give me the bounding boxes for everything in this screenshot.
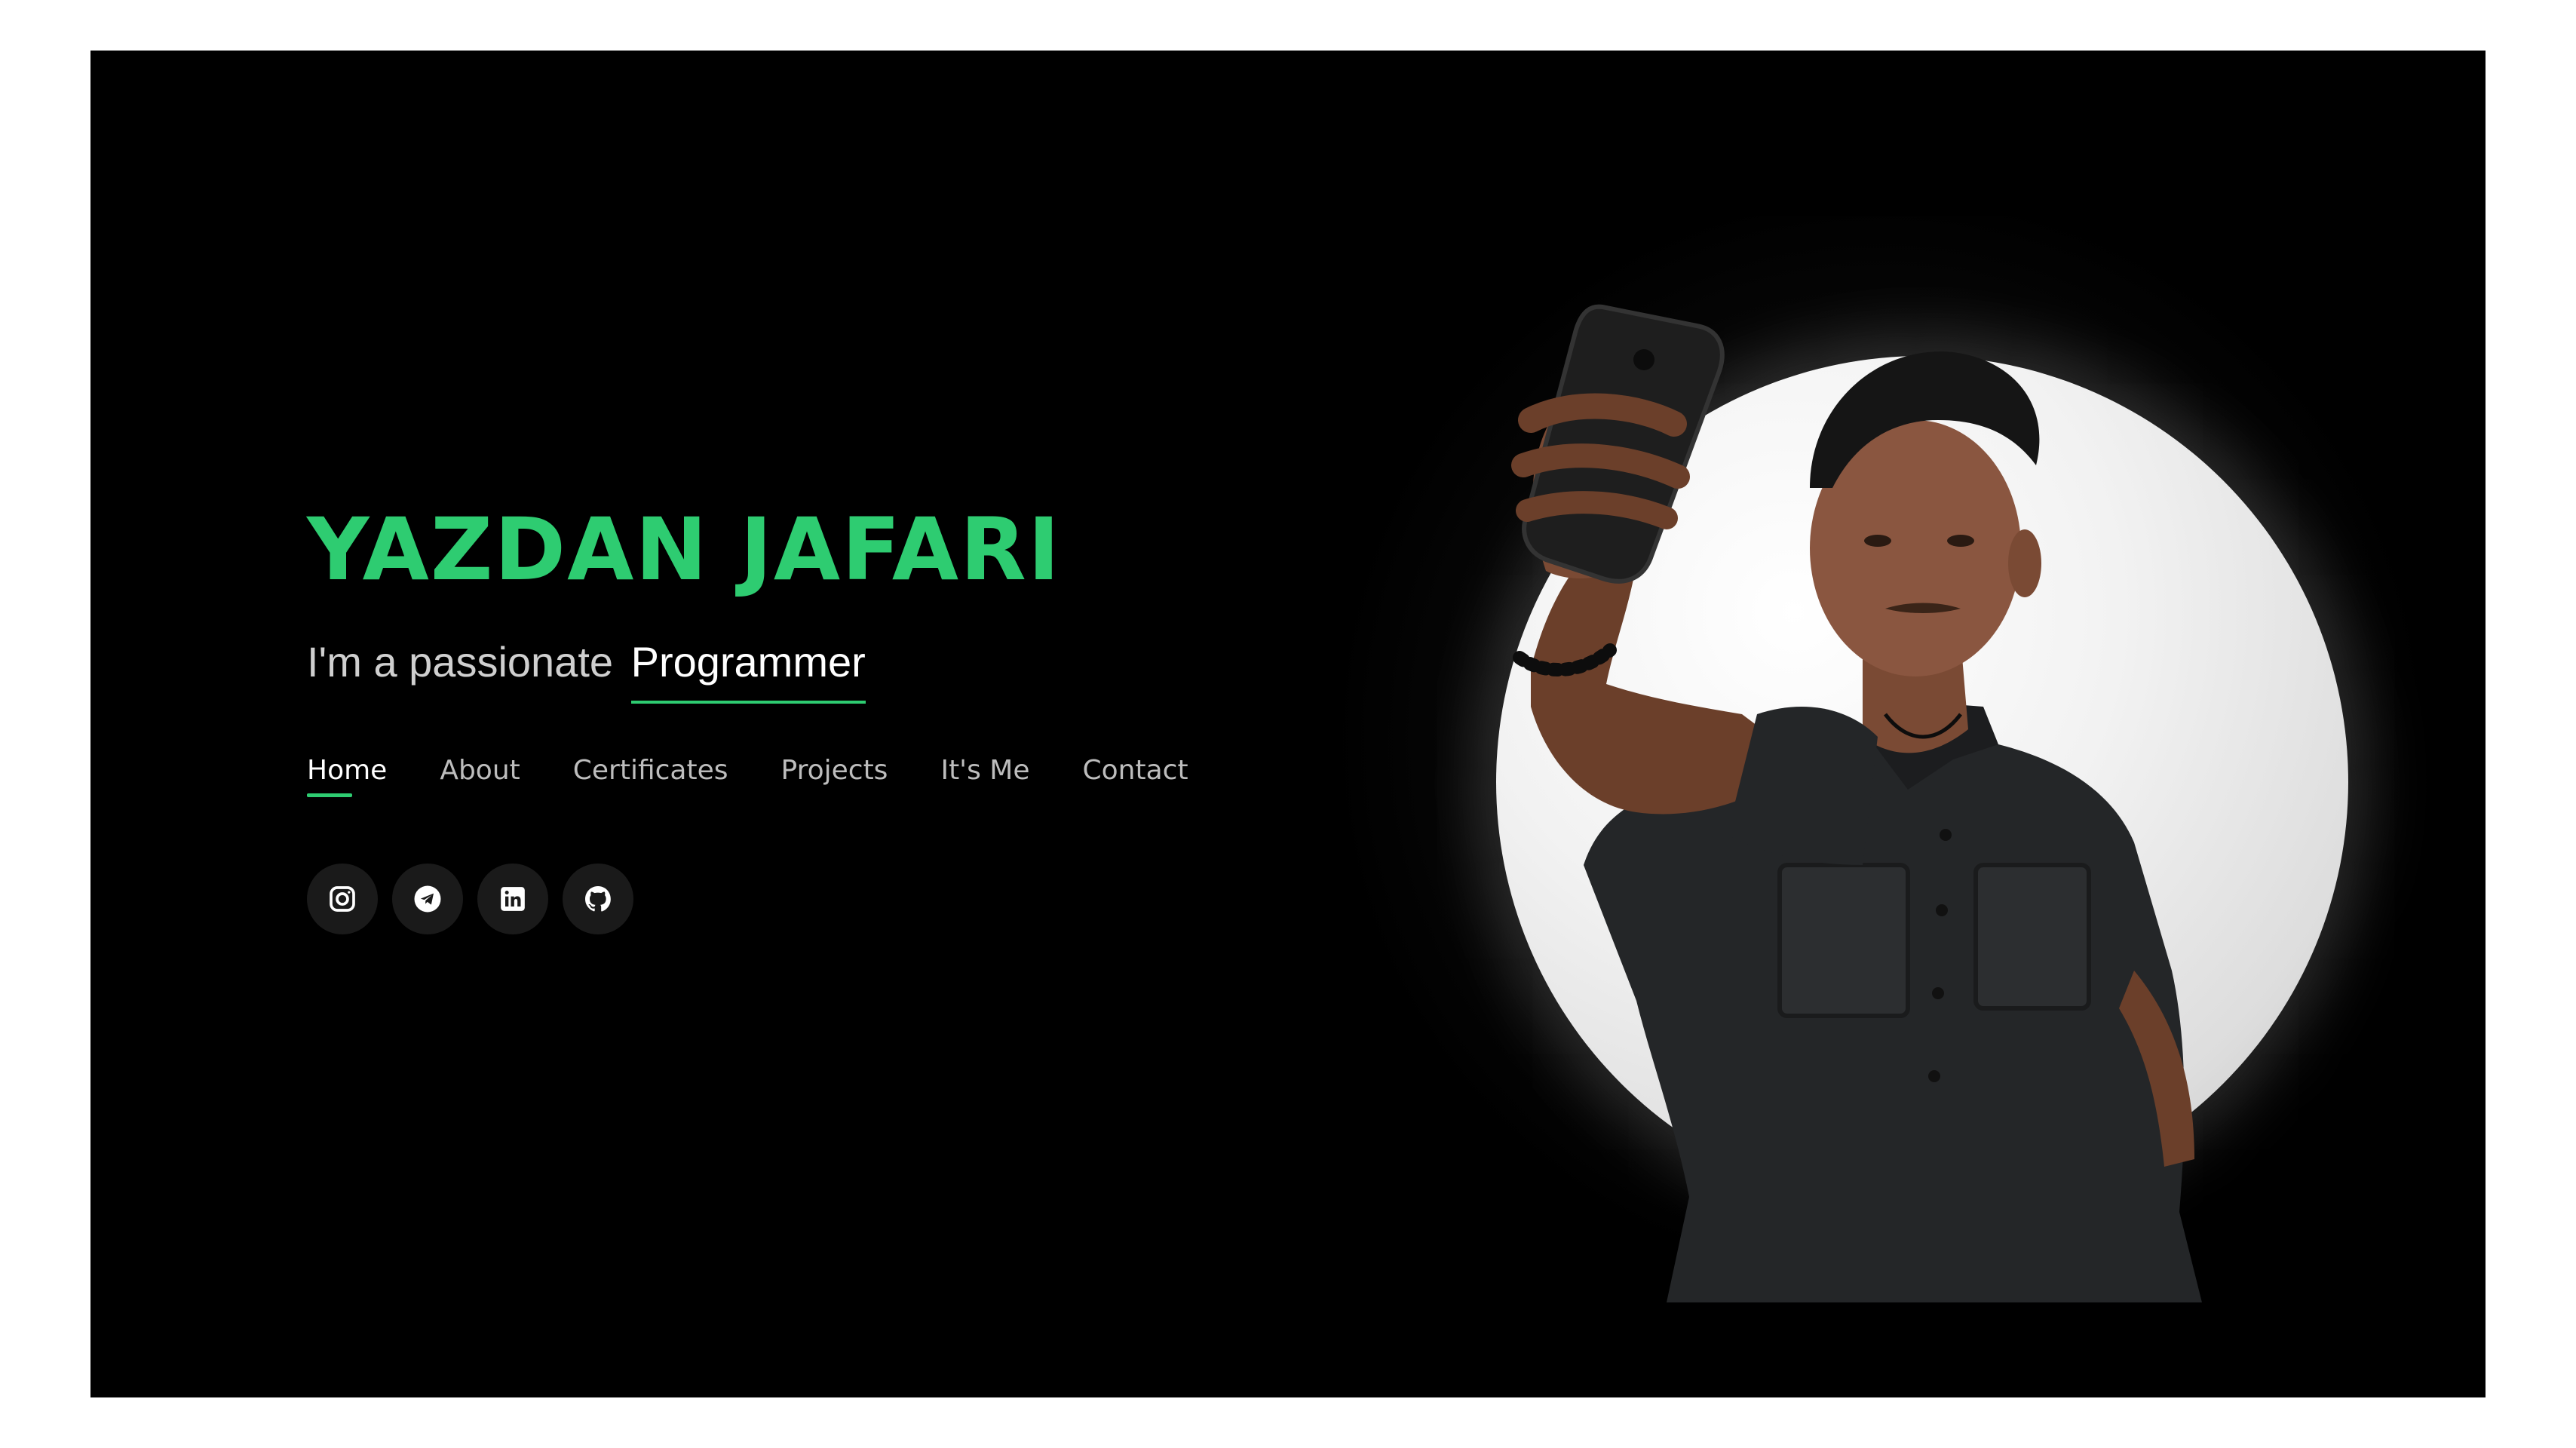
linkedin-icon xyxy=(501,887,525,911)
portrait-illustration xyxy=(1511,304,2202,1302)
hero-section: YAZDAN JAFARI I'm a passionate Programme… xyxy=(90,51,2486,1397)
telegram-button[interactable] xyxy=(392,864,463,934)
hero-content: YAZDAN JAFARI I'm a passionate Programme… xyxy=(307,51,1363,1397)
nav-item-its-me[interactable]: It's Me xyxy=(940,752,1029,790)
instagram-button[interactable] xyxy=(307,864,378,934)
main-nav: Home About Certificates Projects It's Me… xyxy=(307,752,1188,798)
hero-name: YAZDAN JAFARI xyxy=(307,499,1062,600)
github-button[interactable] xyxy=(563,864,633,934)
nav-item-about[interactable]: About xyxy=(440,752,520,790)
github-icon xyxy=(585,886,611,912)
hero-tagline: I'm a passionate Programmer xyxy=(307,637,866,704)
nav-item-home[interactable]: Home xyxy=(307,752,387,798)
social-links xyxy=(307,864,633,934)
telegram-icon xyxy=(414,885,441,913)
tagline-prefix: I'm a passionate xyxy=(307,638,614,686)
nav-item-contact[interactable]: Contact xyxy=(1083,752,1188,790)
nav-item-projects[interactable]: Projects xyxy=(781,752,888,790)
hero-photo xyxy=(1335,216,2428,1302)
linkedin-button[interactable] xyxy=(477,864,548,934)
tagline-role: Programmer xyxy=(630,637,866,704)
instagram-icon xyxy=(330,886,355,912)
nav-item-certificates[interactable]: Certificates xyxy=(573,752,728,790)
